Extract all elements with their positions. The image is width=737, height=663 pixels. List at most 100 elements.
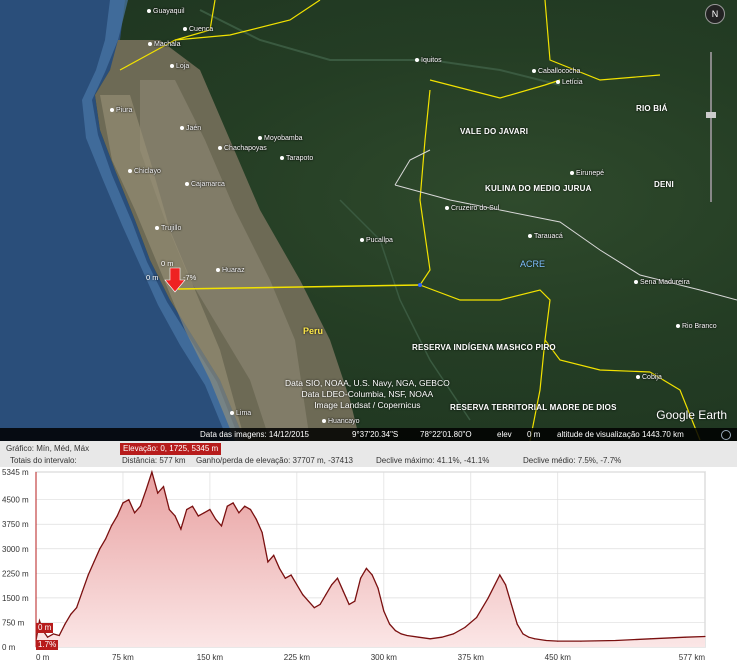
elevation-point: [360, 577, 362, 579]
place-label: Machala: [154, 41, 181, 48]
credit-line: Data LDEO-Columbia, NSF, NOAA: [301, 389, 434, 399]
elevation-point: [116, 515, 118, 517]
place-pucallpa[interactable]: Pucallpa: [360, 237, 393, 244]
place-dot-icon: [185, 182, 189, 187]
loading-spinner-icon: [721, 429, 731, 440]
place-dot-icon: [570, 171, 574, 176]
elevation-point: [122, 502, 124, 504]
elevation-point: [81, 590, 83, 592]
place-cuenca[interactable]: Cuenca: [183, 26, 213, 33]
place-iquitos[interactable]: Iquitos: [415, 57, 442, 64]
elevation-point: [70, 613, 72, 615]
google-earth-logo: Google Earth: [656, 408, 727, 422]
y-tick-label: 5345 m: [2, 468, 29, 477]
elevation-point: [383, 610, 385, 612]
place-huancayo[interactable]: Huancayo: [322, 418, 360, 425]
place-dot-icon: [532, 69, 536, 74]
place-label: Cruzeiro do Sul: [451, 205, 500, 212]
place-moyobamba[interactable]: Moyobamba: [258, 135, 303, 142]
place-cajamarca[interactable]: Cajamarca: [185, 181, 225, 188]
zoom-slider[interactable]: [705, 52, 717, 202]
elevation-point: [615, 639, 617, 642]
place-lima[interactable]: Lima: [230, 410, 251, 417]
elevation-point: [191, 505, 194, 507]
elevation-chart-svg: 5345 m 4500 m 3750 m 3000 m 2250 m 1500 m 750 …: [2, 468, 706, 662]
place-sena[interactable]: Sena Madureira: [634, 279, 690, 286]
place-riobranco[interactable]: Rio Branco: [676, 323, 717, 330]
place-cruzeiro[interactable]: Cruzeiro do Sul: [445, 205, 499, 212]
place-huaraz[interactable]: Huaraz: [216, 267, 245, 274]
place-dot-icon: [280, 156, 284, 161]
elevation-selector[interactable]: Elevação: 0, 1725, 5345 m: [120, 443, 222, 455]
place-guayaquil[interactable]: Guayaquil: [147, 8, 185, 15]
place-dot-icon: [636, 375, 640, 380]
place-label: Iquitos: [421, 57, 442, 64]
place-machala[interactable]: Machala: [148, 41, 180, 48]
border-line: [429, 79, 561, 99]
elevation-point: [278, 567, 281, 570]
elevation-point: [220, 525, 223, 527]
marker-top-label: 0 m: [161, 259, 174, 268]
elevation-point: [197, 515, 199, 517]
x-tick-label: 225 km: [284, 653, 311, 662]
place-trujillo[interactable]: Trujillo: [155, 225, 181, 232]
place-dot-icon: [360, 238, 364, 243]
place-dot-icon: [148, 42, 152, 47]
elevation-point: [157, 492, 159, 494]
elevation-point: [249, 508, 252, 511]
elevation-point: [151, 471, 153, 473]
place-tarauaca[interactable]: Tarauacá: [528, 233, 563, 240]
place-tarapoto[interactable]: Tarapoto: [280, 155, 313, 162]
elevation-point: [504, 584, 507, 586]
zoom-handle: [706, 112, 716, 118]
map-view[interactable]: Guayaquil Cuenca Machala Loja Iquitos Caballo…: [0, 0, 737, 441]
place-dot-icon: [676, 324, 680, 329]
place-label: Letícia: [562, 79, 583, 86]
elevation-point: [215, 518, 217, 520]
place-chiclayo[interactable]: Chiclayo: [128, 168, 161, 175]
latitude: 9°37'20.34"S: [352, 430, 399, 439]
elevation-point: [348, 603, 350, 606]
region-acre: ACRE: [520, 259, 546, 269]
place-piura[interactable]: Piura: [110, 107, 132, 114]
place-dot-icon: [415, 58, 419, 63]
place-caballococha[interactable]: Caballococha: [532, 68, 580, 75]
elevation-point: [139, 505, 141, 507]
status-bar: Data das imagens: 14/12/2015 9°37'20.34"…: [0, 428, 737, 441]
elevation-point: [267, 561, 269, 563]
place-eirunepe[interactable]: Eirunepé: [570, 170, 604, 177]
place-label: Cajamarca: [191, 181, 225, 188]
elevation-point: [475, 616, 478, 619]
place-label: Tarapoto: [286, 155, 314, 162]
elevation-point: [319, 603, 321, 606]
place-label: Caballococha: [538, 68, 581, 75]
compass-icon[interactable]: N: [705, 4, 725, 24]
elevation-point: [261, 531, 263, 534]
elevation-point: [400, 633, 402, 635]
elevation-point: [313, 607, 315, 609]
region-deni: DENI: [654, 180, 674, 189]
y-tick-label: 3000 m: [2, 545, 29, 554]
elevation-point: [174, 515, 176, 517]
elevation-point: [104, 538, 107, 540]
place-cobija[interactable]: Cobija: [636, 374, 662, 381]
place-jaen[interactable]: Jaén: [180, 125, 201, 132]
elevation-point: [203, 512, 205, 514]
place-label: Guayaquil: [153, 8, 185, 15]
elevation-point: [290, 574, 292, 576]
place-leticia[interactable]: Letícia: [556, 79, 583, 86]
elevation-point: [296, 584, 298, 586]
place-chachapoyas[interactable]: Chachapoyas: [218, 145, 267, 152]
border-line: [529, 339, 546, 441]
place-loja[interactable]: Loja: [170, 63, 189, 70]
elevation-point: [389, 623, 391, 625]
path-endpoint: [418, 283, 422, 287]
elev-label: elev: [497, 430, 512, 439]
x-tick-label: 75 km: [112, 653, 134, 662]
elevation-point: [487, 597, 489, 599]
totals-label: Totais do intervalo:: [10, 456, 77, 465]
gain-loss-value: Ganho/perda de elevação: 37707 m, -37413: [196, 456, 354, 465]
elevation-profile-chart[interactable]: 5345 m 4500 m 3750 m 3000 m 2250 m 1500 m 750 …: [0, 467, 737, 663]
elevation-point: [168, 508, 170, 511]
elevation-point: [232, 502, 234, 504]
